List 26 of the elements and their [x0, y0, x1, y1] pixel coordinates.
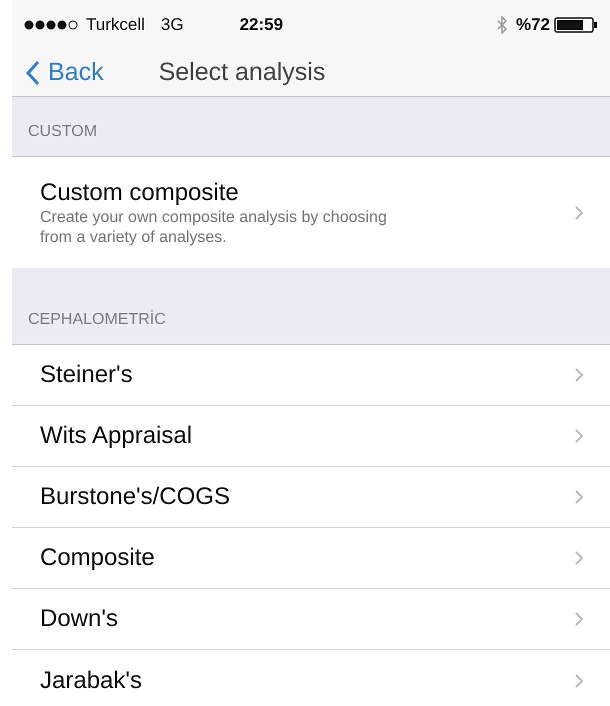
network-type: 3G — [160, 14, 184, 36]
row-title: Steiner's — [40, 360, 134, 390]
row-title: Custom composite — [40, 178, 240, 208]
nav-title: Select analysis — [158, 57, 326, 88]
section-header: CEPHALOMETRİC — [28, 309, 166, 330]
row-title: Burstone's/COGS — [40, 482, 231, 512]
row-title: Down's — [40, 604, 119, 634]
status-time: 22:59 — [240, 14, 284, 36]
battery-percent: %72 — [516, 14, 550, 36]
chevron-icon — [574, 550, 584, 566]
row-title: Composite — [40, 543, 156, 573]
section-header: CUSTOM — [28, 122, 98, 142]
bluetooth-icon — [496, 16, 508, 34]
carrier-name: Turkcell — [86, 14, 145, 36]
row-title: Jarabak's — [40, 666, 143, 696]
chevron-icon — [574, 611, 584, 627]
row-title: Wits Appraisal — [40, 421, 194, 451]
back-button[interactable]: Back — [26, 54, 104, 92]
row-subtitle: Create your own composite analysis by choosing from a variety of analyses. — [40, 208, 388, 248]
chevron-icon — [574, 428, 584, 444]
battery-icon — [554, 17, 598, 33]
chevron-icon — [574, 204, 584, 220]
back-chevron-icon — [26, 60, 40, 86]
chevron-icon — [574, 672, 584, 688]
chevron-icon — [574, 367, 584, 383]
chevron-icon — [574, 489, 584, 505]
